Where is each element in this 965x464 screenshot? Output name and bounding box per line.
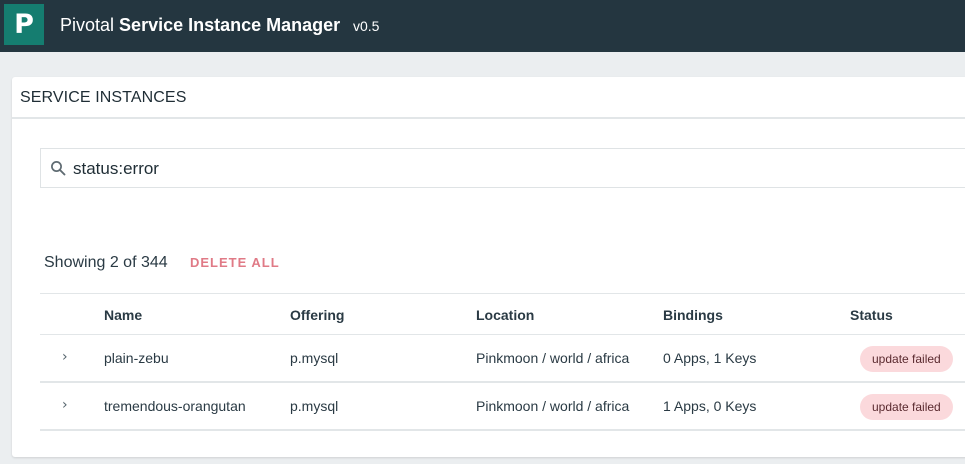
status-badge: update failed [860,394,953,420]
instance-bindings: 1 Apps, 0 Keys [663,398,757,414]
table-header: Name Offering Location Bindings Status [40,293,965,335]
search-value[interactable]: status:error [73,158,159,180]
column-header-name[interactable]: Name [104,307,142,323]
search-input[interactable]: status:error [40,148,965,188]
product-name: Service Instance Manager [119,15,341,35]
search-icon [51,161,66,176]
chevron-right-icon[interactable]: › [62,349,68,365]
instance-name: plain-zebu [104,350,169,366]
instance-bindings: 0 Apps, 1 Keys [663,350,757,366]
app-title: Pivotal Service Instance Manager [60,13,340,37]
table-row[interactable]: › plain-zebu p.mysql Pinkmoon / world / … [40,335,965,383]
pivotal-logo[interactable]: P [4,4,44,45]
table-row[interactable]: › tremendous-orangutan p.mysql Pinkmoon … [40,383,965,431]
result-count: Showing 2 of 344 [44,254,168,271]
service-instances-table: Name Offering Location Bindings Status ›… [40,293,965,431]
instance-location: Pinkmoon / world / africa [476,350,630,366]
service-instances-card: SERVICE INSTANCES status:error Showing 2… [12,77,965,457]
delete-all-button[interactable]: DELETE ALL [190,255,280,271]
brand-name: Pivotal [60,15,115,35]
chevron-right-icon[interactable]: › [62,397,68,413]
card-divider [12,117,965,119]
instance-name: tremendous-orangutan [104,398,246,414]
column-header-offering[interactable]: Offering [290,307,344,323]
column-header-status[interactable]: Status [850,307,893,323]
status-badge: update failed [860,346,953,372]
app-version: v0.5 [353,18,380,34]
app-header: P Pivotal Service Instance Manager v0.5 [0,0,965,52]
card-title: SERVICE INSTANCES [20,89,187,106]
column-header-bindings[interactable]: Bindings [663,307,723,323]
instance-location: Pinkmoon / world / africa [476,398,630,414]
instance-offering: p.mysql [290,398,339,414]
instance-offering: p.mysql [290,350,339,366]
column-header-location[interactable]: Location [476,307,534,323]
